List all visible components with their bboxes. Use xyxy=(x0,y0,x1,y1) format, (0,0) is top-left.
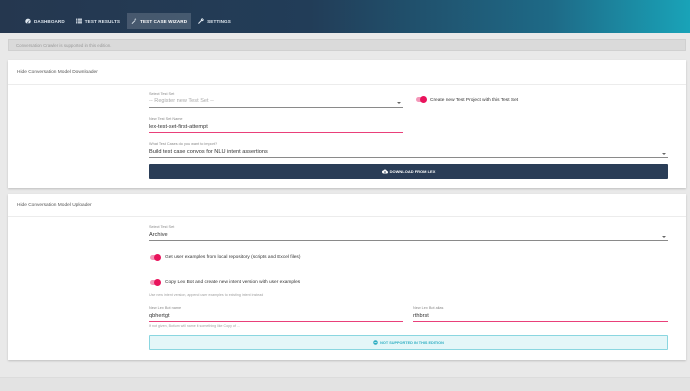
downloader-test-set-select[interactable]: -- Register new Test Set -- xyxy=(149,98,214,104)
edition-notice: Conversation Crawler is supported in thi… xyxy=(8,39,686,51)
download-button-label: DOWNLOAD FROM LEX xyxy=(389,169,436,174)
nav-test-case-wizard[interactable]: TEST CASE WIZARD xyxy=(127,13,192,29)
divider xyxy=(8,216,686,217)
chevron-down-icon[interactable] xyxy=(397,102,401,104)
chevron-down-icon[interactable] xyxy=(662,236,666,238)
nav-settings[interactable]: SETTINGS xyxy=(194,13,235,29)
gear-icon xyxy=(198,18,204,24)
footer-bar xyxy=(0,377,690,391)
chevron-down-icon[interactable] xyxy=(662,153,666,155)
top-navigation-bar: DASHBOARD TEST RESULTS TEST CASE WIZARD … xyxy=(0,0,690,33)
create-project-toggle[interactable] xyxy=(416,96,427,103)
cloud-download-icon xyxy=(381,169,388,174)
not-supported-button[interactable]: NOT SUPPORTED IN THIS EDITION xyxy=(149,335,668,350)
dashboard-icon xyxy=(25,18,31,24)
select-underline xyxy=(149,240,668,241)
local-repository-label: Get user examples from local repository … xyxy=(165,255,301,260)
bot-name-input[interactable]: qbhertgt xyxy=(149,313,170,319)
uploader-test-set-label: Select Test Set xyxy=(149,225,175,229)
bot-alias-label: New Lex Bot alias xyxy=(413,306,444,310)
input-underline xyxy=(149,132,403,133)
toggle-knob xyxy=(154,279,161,286)
new-test-set-name-label: New Test Set Name xyxy=(149,117,183,121)
toggle-knob xyxy=(420,96,427,103)
nav-dashboard-label: DASHBOARD xyxy=(34,18,65,24)
downloader-card: Hide Conversation Model Downloader Selec… xyxy=(8,60,686,188)
input-underline xyxy=(149,321,403,322)
main-nav: DASHBOARD TEST RESULTS TEST CASE WIZARD … xyxy=(0,13,238,29)
uploader-title: Hide Conversation Model Uploader xyxy=(17,203,92,208)
nav-test-results[interactable]: TEST RESULTS xyxy=(72,13,124,29)
nav-test-results-label: TEST RESULTS xyxy=(84,18,121,24)
create-project-label: Create new Test Project with this Test S… xyxy=(430,98,519,103)
select-underline xyxy=(149,107,403,108)
import-label: What Test Cases do you want to import? xyxy=(149,142,218,146)
bot-name-label: New Lex Bot name xyxy=(149,306,182,310)
download-from-lex-button[interactable]: DOWNLOAD FROM LEX xyxy=(149,164,668,179)
copy-lex-bot-hint: Use new intent version, append user exam… xyxy=(149,293,264,297)
input-underline xyxy=(413,321,668,322)
local-repository-toggle[interactable] xyxy=(150,254,161,261)
nav-test-case-wizard-label: TEST CASE WIZARD xyxy=(140,18,188,24)
bot-alias-input[interactable]: rthbrst xyxy=(413,313,429,319)
import-select[interactable]: Build test case convos for NLU intent as… xyxy=(149,149,268,155)
select-underline xyxy=(149,157,668,158)
uploader-test-set-select[interactable]: Archive xyxy=(149,232,168,238)
downloader-title: Hide Conversation Model Downloader xyxy=(17,70,98,75)
copy-lex-bot-toggle[interactable] xyxy=(150,279,161,286)
uploader-card: Hide Conversation Model Uploader Select … xyxy=(8,194,686,360)
new-test-set-name-input[interactable]: lex-test-set-first-attempt xyxy=(149,124,208,130)
bot-name-hint: If not given, Botium will name it someth… xyxy=(149,324,240,328)
toggle-knob xyxy=(154,254,161,261)
wand-icon xyxy=(131,18,137,24)
copy-lex-bot-label: Copy Lex Bot and create new intent versi… xyxy=(165,280,301,285)
block-icon xyxy=(373,340,378,345)
list-icon xyxy=(75,18,82,24)
edition-notice-text: Conversation Crawler is supported in thi… xyxy=(16,43,112,48)
not-supported-label: NOT SUPPORTED IN THIS EDITION xyxy=(380,340,444,345)
nav-dashboard[interactable]: DASHBOARD xyxy=(21,13,69,29)
nav-settings-label: SETTINGS xyxy=(207,18,231,24)
divider xyxy=(8,84,686,85)
downloader-test-set-label: Select Test Set xyxy=(149,92,175,96)
